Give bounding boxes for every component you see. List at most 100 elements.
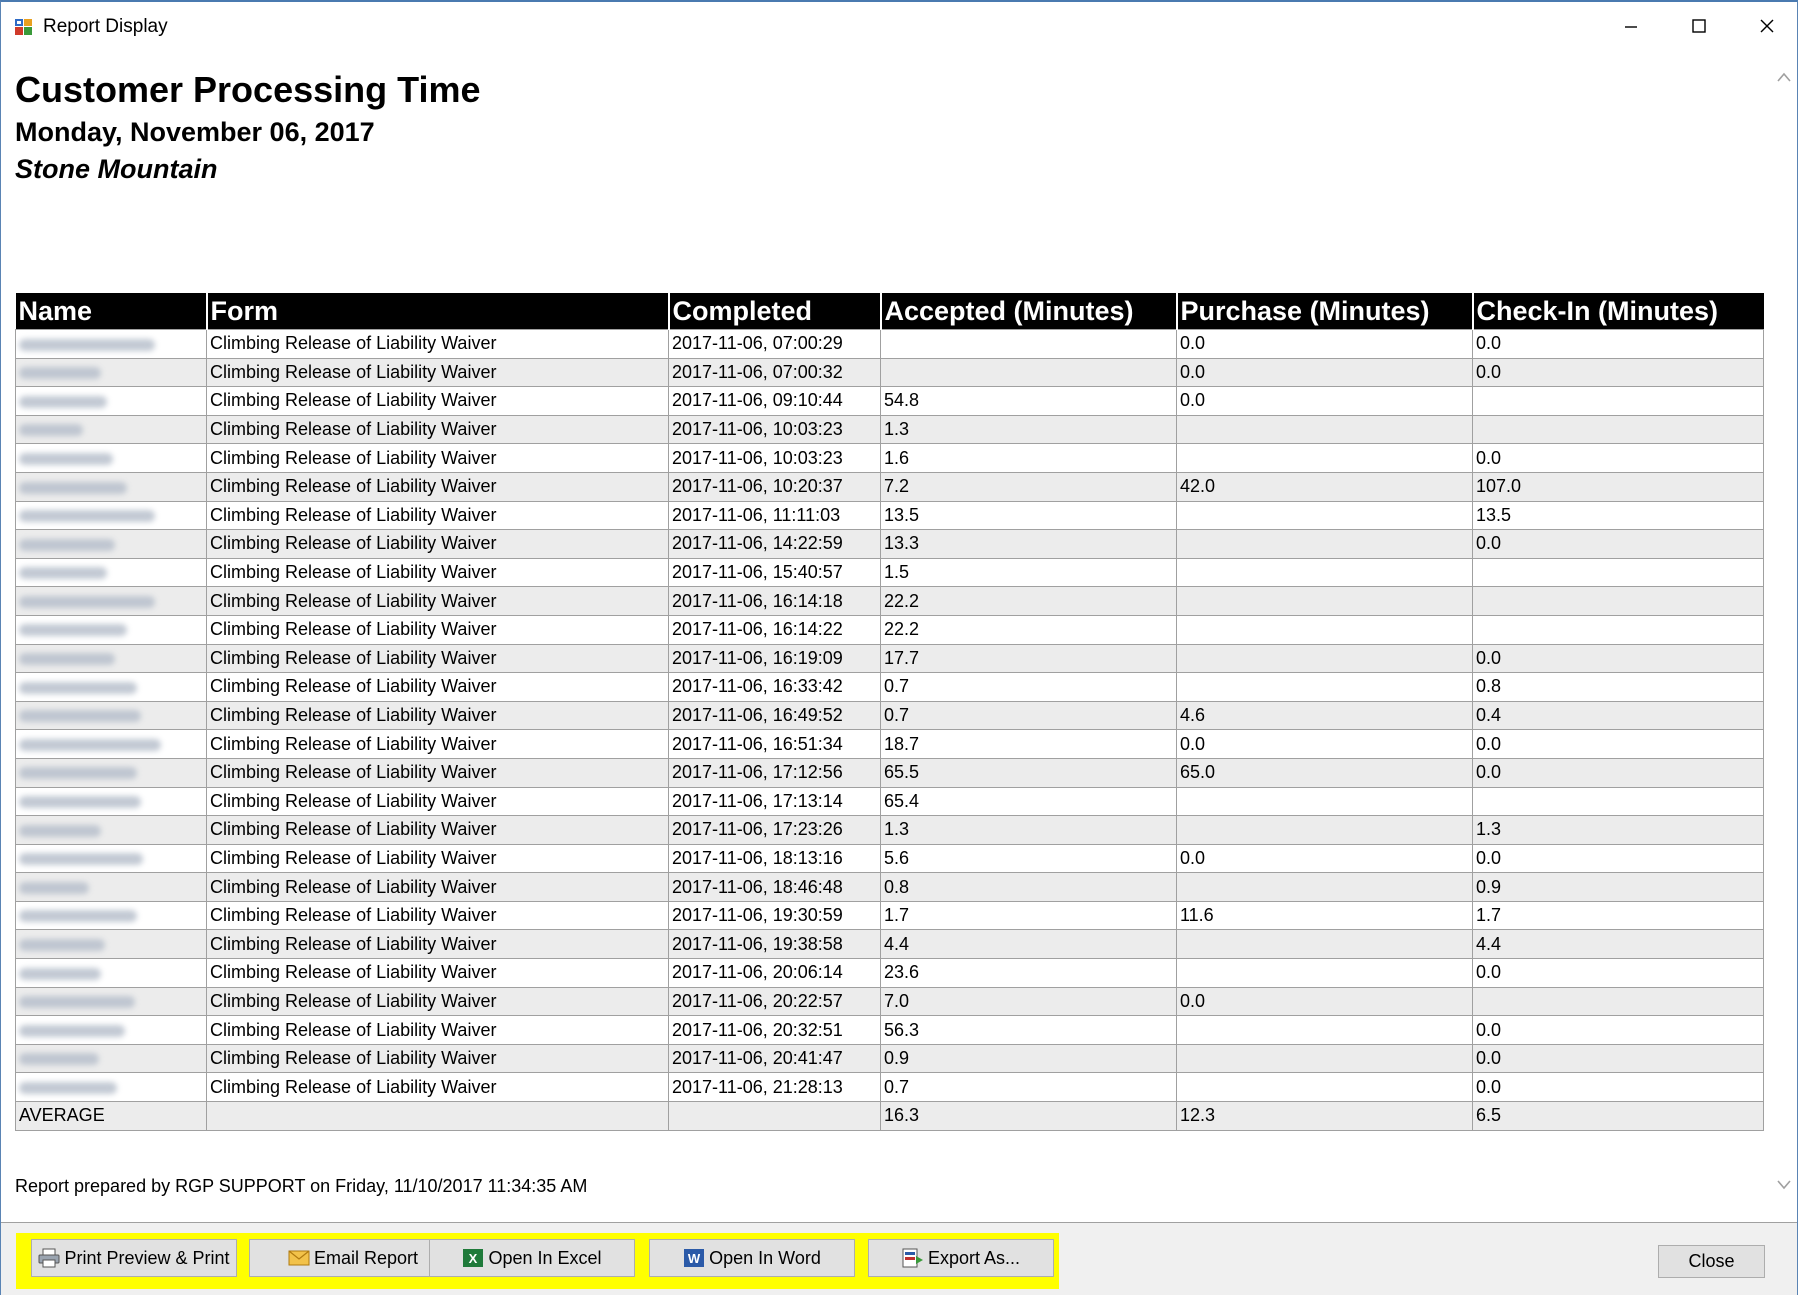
export-as-button[interactable]: Export As... bbox=[868, 1239, 1054, 1277]
completed-cell: 2017-11-06, 16:14:22 bbox=[668, 614, 881, 645]
purchase-cell: 4.6 bbox=[1176, 700, 1473, 731]
minimize-button[interactable] bbox=[1597, 2, 1665, 50]
word-icon: W bbox=[683, 1248, 705, 1268]
name-cell-redacted bbox=[15, 329, 207, 359]
completed-cell: 2017-11-06, 17:12:56 bbox=[668, 757, 881, 788]
form-cell: Climbing Release of Liability Waiver bbox=[206, 986, 669, 1017]
name-cell-redacted bbox=[15, 471, 207, 502]
scroll-up-button[interactable] bbox=[1771, 62, 1797, 92]
form-cell: Climbing Release of Liability Waiver bbox=[206, 843, 669, 874]
redacted-name bbox=[19, 967, 101, 980]
completed-cell: 2017-11-06, 20:06:14 bbox=[668, 958, 881, 988]
name-cell-redacted bbox=[15, 643, 207, 674]
purchase-cell bbox=[1176, 672, 1473, 702]
purchase-cell bbox=[1176, 958, 1473, 988]
table-row: Climbing Release of Liability Waiver 2017… bbox=[15, 586, 1764, 616]
close-icon bbox=[1760, 19, 1774, 33]
completed-cell: 2017-11-06, 20:32:51 bbox=[668, 1015, 881, 1045]
name-cell-redacted bbox=[15, 986, 207, 1017]
report-app-icon bbox=[15, 19, 32, 35]
redacted-name bbox=[19, 824, 101, 837]
purchase-cell: 0.0 bbox=[1176, 986, 1473, 1017]
redacted-name bbox=[19, 910, 137, 923]
title-bar: Report Display bbox=[1, 2, 1797, 50]
purchase-cell bbox=[1176, 1015, 1473, 1045]
redacted-name bbox=[19, 710, 141, 723]
form-cell: Climbing Release of Liability Waiver bbox=[206, 929, 669, 960]
table-row: Climbing Release of Liability Waiver 2017… bbox=[15, 386, 1764, 416]
close-window-button[interactable] bbox=[1733, 2, 1800, 50]
accepted-cell: 22.2 bbox=[880, 614, 1177, 645]
open-in-word-button[interactable]: W Open In Word bbox=[649, 1239, 855, 1277]
redacted-name bbox=[19, 738, 161, 751]
purchase-cell: 0.0 bbox=[1176, 357, 1473, 388]
print-preview-label: Print Preview & Print bbox=[64, 1247, 230, 1268]
accepted-cell: 0.9 bbox=[880, 1043, 1177, 1074]
open-in-excel-label: Open In Excel bbox=[488, 1247, 602, 1268]
maximize-button[interactable] bbox=[1665, 2, 1733, 50]
accepted-cell: 7.0 bbox=[880, 986, 1177, 1017]
completed-cell: 2017-11-06, 16:49:52 bbox=[668, 700, 881, 731]
accepted-cell: 1.6 bbox=[880, 443, 1177, 473]
accepted-cell bbox=[880, 329, 1177, 359]
name-cell-redacted bbox=[15, 786, 207, 817]
table-row: Climbing Release of Liability Waiver 2017… bbox=[15, 329, 1764, 359]
table-header-row: Name Form Completed Accepted (Minutes) P… bbox=[15, 293, 1764, 330]
accepted-cell: 65.4 bbox=[880, 786, 1177, 817]
scroll-down-button[interactable] bbox=[1771, 1170, 1797, 1200]
purchase-cell bbox=[1176, 614, 1473, 645]
redacted-name bbox=[19, 1024, 125, 1037]
name-cell-redacted bbox=[15, 443, 207, 473]
average-checkin: 6.5 bbox=[1472, 1101, 1764, 1131]
average-form-cell bbox=[206, 1101, 669, 1131]
checkin-cell: 0.0 bbox=[1472, 757, 1764, 788]
open-in-word-label: Open In Word bbox=[709, 1247, 821, 1268]
accepted-cell: 1.7 bbox=[880, 900, 1177, 931]
close-button[interactable]: Close bbox=[1658, 1245, 1765, 1278]
name-cell-redacted bbox=[15, 843, 207, 874]
completed-cell: 2017-11-06, 07:00:32 bbox=[668, 357, 881, 388]
column-header-name: Name bbox=[15, 293, 208, 330]
table-row: Climbing Release of Liability Waiver 2017… bbox=[15, 529, 1764, 559]
accepted-cell: 0.8 bbox=[880, 872, 1177, 902]
column-header-form: Form bbox=[206, 293, 670, 330]
redacted-name bbox=[19, 624, 127, 637]
table-row: Climbing Release of Liability Waiver 2017… bbox=[15, 843, 1764, 874]
average-accepted: 16.3 bbox=[880, 1101, 1177, 1131]
purchase-cell bbox=[1176, 586, 1473, 616]
accepted-cell: 7.2 bbox=[880, 471, 1177, 502]
redacted-name bbox=[19, 595, 155, 608]
checkin-cell: 0.0 bbox=[1472, 529, 1764, 559]
redacted-name bbox=[19, 1081, 117, 1094]
name-cell-redacted bbox=[15, 815, 207, 845]
redacted-name bbox=[19, 510, 155, 523]
name-cell-redacted bbox=[15, 357, 207, 388]
completed-cell: 2017-11-06, 10:03:23 bbox=[668, 443, 881, 473]
table-row: Climbing Release of Liability Waiver 2017… bbox=[15, 1072, 1764, 1103]
checkin-cell: 1.3 bbox=[1472, 815, 1764, 845]
checkin-cell: 0.0 bbox=[1472, 1072, 1764, 1103]
email-report-button[interactable]: Email Report bbox=[249, 1239, 457, 1277]
open-in-excel-button[interactable]: X Open In Excel bbox=[429, 1239, 635, 1277]
table-row: Climbing Release of Liability Waiver 2017… bbox=[15, 672, 1764, 702]
table-row: Climbing Release of Liability Waiver 2017… bbox=[15, 757, 1764, 788]
name-cell-redacted bbox=[15, 614, 207, 645]
name-cell-redacted bbox=[15, 1043, 207, 1074]
completed-cell: 2017-11-06, 16:19:09 bbox=[668, 643, 881, 674]
vertical-scrollbar[interactable] bbox=[1771, 50, 1797, 1218]
table-row: Climbing Release of Liability Waiver 2017… bbox=[15, 1043, 1764, 1074]
accepted-cell: 56.3 bbox=[880, 1015, 1177, 1045]
completed-cell: 2017-11-06, 11:11:03 bbox=[668, 500, 881, 531]
svg-text:X: X bbox=[469, 1251, 478, 1266]
report-location: Stone Mountain bbox=[15, 154, 218, 184]
form-cell: Climbing Release of Liability Waiver bbox=[206, 586, 669, 616]
redacted-name bbox=[19, 424, 83, 437]
form-cell: Climbing Release of Liability Waiver bbox=[206, 414, 669, 445]
form-cell: Climbing Release of Liability Waiver bbox=[206, 643, 669, 674]
print-preview-button[interactable]: Print Preview & Print bbox=[31, 1239, 237, 1277]
report-display-window: Report Display Customer Processing Time … bbox=[0, 0, 1798, 1295]
checkin-cell: 0.0 bbox=[1472, 357, 1764, 388]
accepted-cell: 65.5 bbox=[880, 757, 1177, 788]
name-cell-redacted bbox=[15, 1072, 207, 1103]
purchase-cell bbox=[1176, 815, 1473, 845]
